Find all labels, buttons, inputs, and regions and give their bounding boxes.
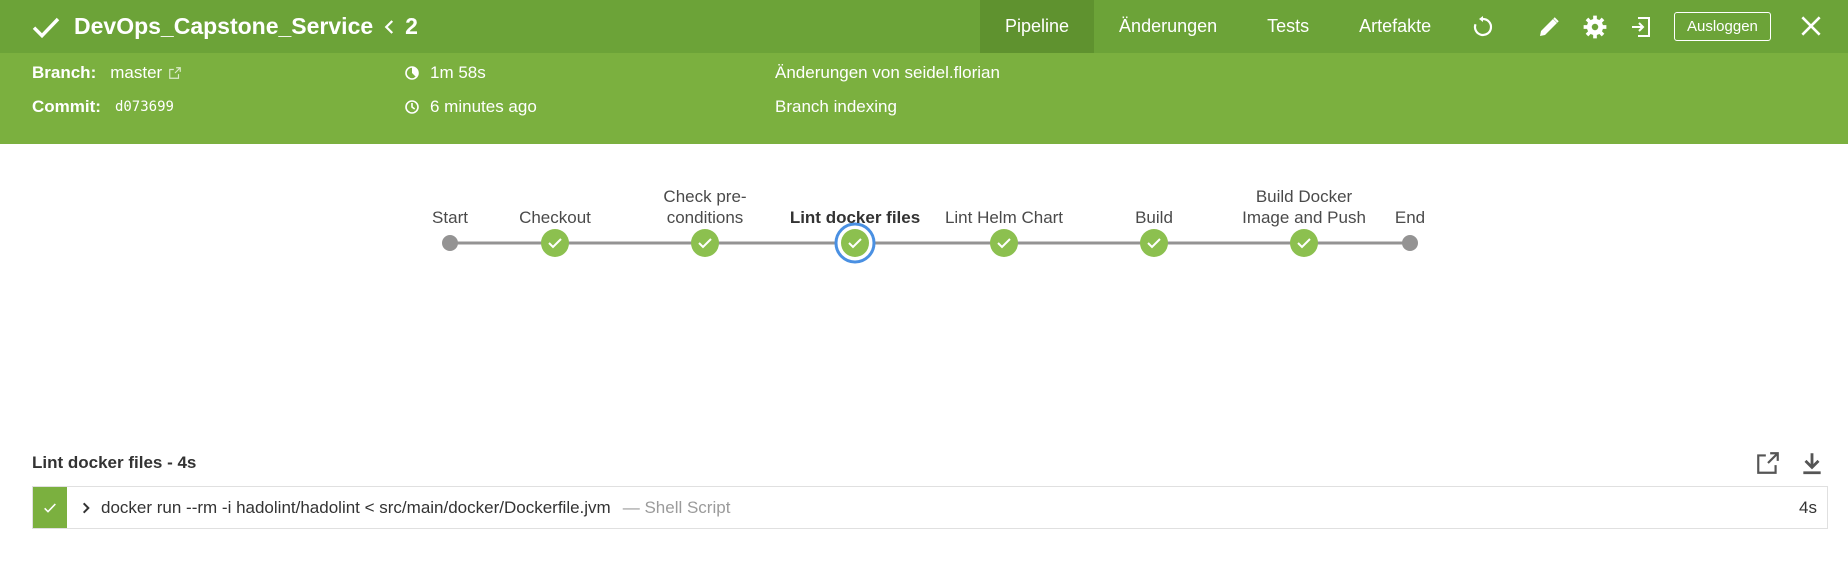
top-bar: DevOps_Capstone_Service 2 Pipeline Änder… — [0, 0, 1848, 53]
branch-value[interactable]: master — [110, 63, 162, 83]
stage-label-end[interactable]: End — [1340, 207, 1480, 228]
gear-icon[interactable] — [1582, 14, 1608, 40]
tab-pipeline[interactable]: Pipeline — [980, 0, 1095, 53]
tab-bar: Pipeline Änderungen Tests Artefakte — [980, 0, 1456, 53]
toolbar: Ausloggen — [1460, 0, 1771, 53]
commit-label: Commit: — [32, 97, 101, 116]
duration-icon — [405, 66, 419, 80]
run-number: 2 — [405, 13, 418, 39]
stage-label-checkout[interactable]: Checkout — [485, 207, 625, 228]
open-in-new-icon[interactable] — [1755, 450, 1781, 476]
branch-info: Branch: master — [32, 61, 192, 85]
success-check-icon — [32, 17, 60, 38]
clock-icon — [405, 100, 419, 114]
close-icon[interactable] — [1798, 13, 1824, 39]
stage-label-build[interactable]: Build — [1084, 207, 1224, 228]
tab-artifacts[interactable]: Artefakte — [1334, 0, 1456, 53]
run-info-bar: Branch: master Commit: d073699 1m 58s 6 … — [0, 53, 1848, 144]
log-title: Lint docker files - 4s — [32, 453, 197, 472]
pipeline-title-area: DevOps_Capstone_Service 2 — [30, 0, 418, 53]
stage-node-start — [442, 235, 458, 251]
stage-node-build[interactable] — [1140, 229, 1168, 257]
step-status-badge — [33, 487, 67, 528]
duration-value: 1m 58s — [430, 63, 486, 82]
commit-info: Commit: d073699 — [32, 95, 174, 119]
branch-label: Branch: — [32, 63, 97, 82]
pipeline-graph: Start Checkout Check pre-conditions Lint do… — [0, 144, 1848, 294]
stage-node-check-pre-conditions[interactable] — [691, 229, 719, 257]
tab-changes[interactable]: Änderungen — [1094, 0, 1242, 53]
rerun-icon[interactable] — [1470, 14, 1496, 40]
stage-node-build-docker-image-and-push[interactable] — [1290, 229, 1318, 257]
changes-info: Änderungen von seidel.florian — [775, 63, 1000, 82]
time-info: 6 minutes ago — [404, 95, 537, 119]
cause-info: Branch indexing — [775, 97, 897, 116]
log-step-row[interactable]: docker run --rm -i hadolint/hadolint < s… — [32, 486, 1828, 529]
stage-node-end — [1402, 235, 1418, 251]
external-link-icon[interactable] — [168, 66, 182, 80]
tab-tests[interactable]: Tests — [1242, 0, 1334, 53]
stage-label-check-pre-conditions[interactable]: Check pre-conditions — [635, 186, 775, 228]
duration-info: 1m 58s — [404, 61, 486, 85]
time-ago-value: 6 minutes ago — [430, 97, 537, 116]
pipeline-name[interactable]: DevOps_Capstone_Service — [74, 13, 373, 40]
stage-label-lint-docker-files[interactable]: Lint docker files — [785, 207, 925, 228]
commit-hash[interactable]: d073699 — [115, 99, 174, 115]
step-duration: 4s — [1799, 497, 1817, 517]
success-check-icon — [44, 502, 56, 513]
open-classic-icon[interactable] — [1628, 14, 1654, 40]
stage-node-checkout[interactable] — [541, 229, 569, 257]
chevron-right-icon[interactable] — [79, 501, 93, 515]
edit-pencil-icon[interactable] — [1536, 14, 1562, 40]
logout-button[interactable]: Ausloggen — [1674, 12, 1771, 41]
stage-node-lint-docker-files[interactable] — [834, 222, 876, 264]
step-command: docker run --rm -i hadolint/hadolint < s… — [101, 497, 611, 517]
step-type: — Shell Script — [622, 497, 731, 517]
stage-node-lint-helm-chart[interactable] — [990, 229, 1018, 257]
stage-label-lint-helm-chart[interactable]: Lint Helm Chart — [934, 207, 1074, 228]
chevron-left-icon[interactable] — [381, 18, 399, 36]
download-icon[interactable] — [1799, 450, 1825, 476]
